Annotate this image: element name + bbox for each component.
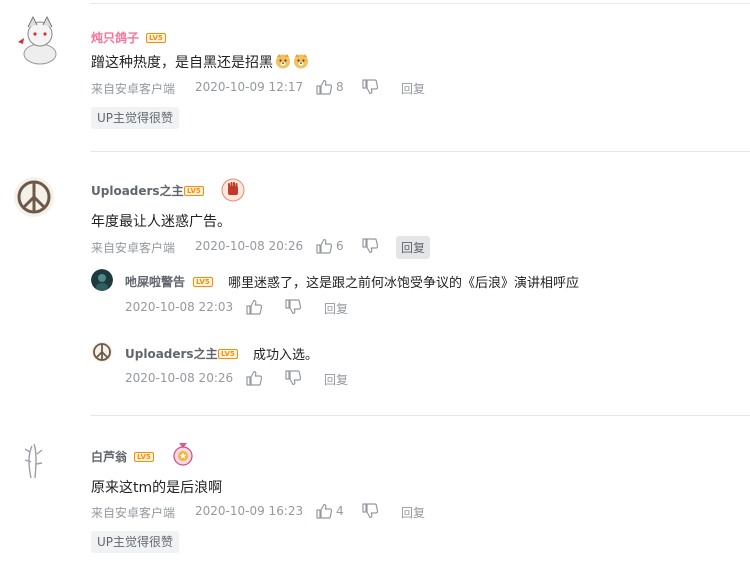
up-liked-tag: UP主觉得很赞 <box>91 531 180 553</box>
username[interactable]: 炖只鸽子 <box>91 29 139 46</box>
reply-button[interactable]: 回复 <box>396 501 430 524</box>
comment-text: 蹭这种热度，是自黑还是招黑 <box>91 52 309 72</box>
comment-text-body: 蹭这种热度，是自黑还是招黑 <box>91 55 273 71</box>
timestamp: 2020-10-09 16:23 <box>195 504 304 518</box>
level-badge: LV5 <box>134 452 154 462</box>
like-count: 6 <box>336 239 344 253</box>
avatar[interactable] <box>91 269 113 291</box>
doge-emoji-icon <box>293 53 309 69</box>
thumb-up-icon[interactable] <box>245 370 263 386</box>
source-label: 来自安卓客户端 <box>91 82 176 96</box>
comment-divider <box>90 151 750 152</box>
source-label: 来自安卓客户端 <box>91 241 176 255</box>
avatar[interactable] <box>13 12 67 66</box>
reply-button[interactable]: 回复 <box>319 368 353 391</box>
medal-badge-icon <box>173 443 193 466</box>
thumb-down-icon[interactable] <box>361 79 379 95</box>
reply-button[interactable]: 回复 <box>319 297 353 320</box>
timestamp: 2020-10-09 12:17 <box>195 80 304 94</box>
username[interactable]: Uploaders之主 <box>125 345 218 362</box>
level-badge: LV5 <box>218 349 238 359</box>
comment-text: 年度最让人迷惑广告。 <box>91 214 231 230</box>
reply-text: 哪里迷惑了，这是跟之前何冰饱受争议的《后浪》演讲相呼应 <box>228 276 580 291</box>
avatar[interactable] <box>13 176 55 218</box>
avatar[interactable] <box>13 440 55 482</box>
thumb-up-icon[interactable] <box>315 79 333 95</box>
username[interactable]: 吔屎啦警告 <box>125 273 185 290</box>
reply-button[interactable]: 回复 <box>396 236 431 259</box>
timestamp: 2020-10-08 20:26 <box>195 239 304 253</box>
timestamp: 2020-10-08 20:26 <box>125 371 234 385</box>
thumb-down-icon[interactable] <box>284 299 302 315</box>
username[interactable]: 白芦翁 <box>91 448 127 465</box>
avatar[interactable] <box>91 341 113 363</box>
reply-button[interactable]: 回复 <box>396 77 430 100</box>
top-divider <box>90 3 750 4</box>
thumb-down-icon[interactable] <box>361 503 379 519</box>
reply-text: 成功入选。 <box>253 348 319 363</box>
like-count: 8 <box>336 80 344 94</box>
comment-divider <box>90 415 750 416</box>
timestamp: 2020-10-08 22:03 <box>125 300 234 314</box>
thumb-up-icon[interactable] <box>315 503 333 519</box>
thumb-down-icon[interactable] <box>361 238 379 254</box>
up-liked-tag: UP主觉得很赞 <box>91 107 180 129</box>
comment-text: 原来这tm的是后浪啊 <box>91 480 223 496</box>
thumb-up-icon[interactable] <box>245 299 263 315</box>
level-badge: LV5 <box>193 277 213 287</box>
like-count: 4 <box>336 504 344 518</box>
level-badge: LV5 <box>184 186 204 196</box>
source-label: 来自安卓客户端 <box>91 506 176 520</box>
thumb-down-icon[interactable] <box>284 370 302 386</box>
thumb-up-icon[interactable] <box>315 238 333 254</box>
level-badge: LV5 <box>146 33 166 43</box>
fist-badge-icon <box>221 178 245 202</box>
username[interactable]: Uploaders之主 <box>91 182 184 199</box>
doge-emoji-icon <box>275 53 291 69</box>
